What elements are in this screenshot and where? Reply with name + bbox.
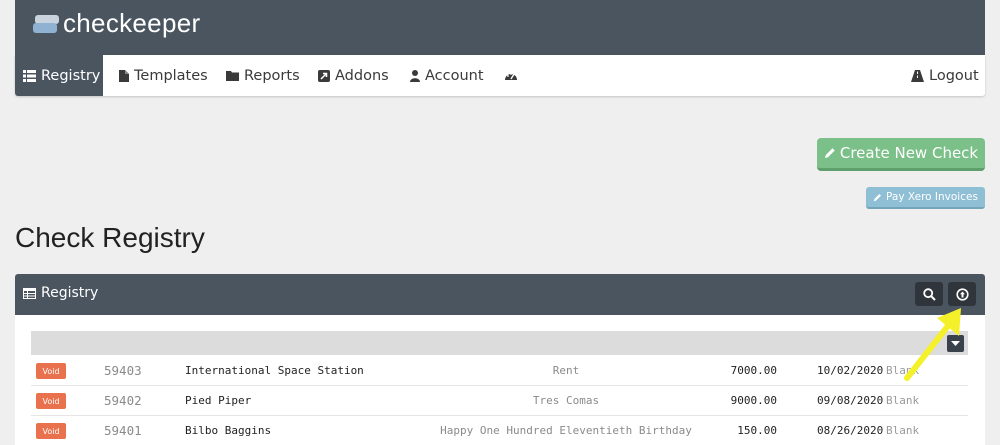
table-row[interactable]: Void 59402 Pied Piper Tres Comas 9000.00… [31, 386, 968, 416]
table-options-button[interactable] [947, 335, 964, 352]
void-badge: Void [36, 393, 66, 409]
upload-button[interactable] [948, 282, 976, 306]
checkeeper-logo[interactable]: checkeeper [33, 8, 200, 39]
nav-registry[interactable]: Registry [15, 55, 103, 96]
table-row[interactable]: Void 59401 Bilbo Baggins Happy One Hundr… [31, 416, 968, 445]
folder-icon [226, 70, 239, 81]
file-icon [119, 69, 129, 82]
nav-reports-label: Reports [244, 67, 300, 84]
upload-circle-icon [955, 287, 969, 301]
logo-mark-icon [33, 12, 61, 36]
memo: Tres Comas [532, 394, 600, 407]
app-header: checkeeper [15, 0, 985, 55]
memo: Rent [552, 364, 580, 377]
dashboard-icon [504, 70, 518, 81]
table-row[interactable]: Void 59403 International Space Station R… [31, 356, 968, 386]
main-navbar: Registry Templates Reports Addons Accoun… [15, 55, 985, 96]
nav-logout-label: Logout [929, 67, 979, 84]
pay-xero-invoices-button[interactable]: Pay Xero Invoices [866, 187, 985, 209]
amount: 9000.00 [730, 394, 777, 407]
nav-templates[interactable]: Templates [119, 55, 208, 96]
list-icon [23, 69, 36, 82]
nav-account[interactable]: Account [410, 55, 484, 96]
search-button[interactable] [915, 282, 943, 306]
payee: International Space Station [185, 364, 364, 377]
date: 09/08/2020 [817, 394, 884, 407]
pencil-icon [824, 147, 836, 159]
create-new-check-button[interactable]: Create New Check [817, 138, 985, 171]
nav-account-label: Account [425, 67, 484, 84]
amount: 7000.00 [730, 364, 777, 377]
payee: Bilbo Baggins [185, 424, 272, 437]
caret-down-icon [951, 340, 960, 347]
logo-text: checkeeper [63, 8, 201, 38]
page-title: Check Registry [15, 222, 205, 253]
nav-logout[interactable]: Logout [911, 55, 979, 96]
date: 08/26/2020 [817, 424, 884, 437]
panel-title: Registry [23, 285, 98, 301]
external-link-icon [318, 69, 330, 82]
table-icon [23, 287, 36, 299]
nav-templates-label: Templates [134, 67, 208, 84]
status: Blank [886, 364, 920, 377]
table-header [31, 331, 968, 355]
memo: Happy One Hundred Eleventieth Birthday [440, 424, 692, 437]
check-number: 59402 [104, 393, 142, 408]
nav-registry-label: Registry [41, 67, 101, 84]
pay-xero-invoices-label: Pay Xero Invoices [886, 191, 978, 203]
registry-panel-header: Registry [15, 274, 985, 315]
status: Blank [886, 394, 920, 407]
user-icon [410, 69, 420, 82]
void-badge: Void [36, 423, 66, 439]
nav-addons-label: Addons [335, 67, 389, 84]
panel-title-label: Registry [41, 285, 99, 301]
check-number: 59403 [104, 363, 142, 378]
status: Blank [886, 424, 920, 437]
nav-dashboard[interactable] [504, 55, 523, 96]
create-new-check-label: Create New Check [839, 144, 979, 162]
road-icon [911, 69, 924, 82]
payee: Pied Piper [185, 394, 252, 407]
nav-addons[interactable]: Addons [318, 55, 389, 96]
date: 10/02/2020 [817, 364, 884, 377]
pencil-icon [873, 193, 882, 202]
amount: 150.00 [737, 424, 777, 437]
nav-reports[interactable]: Reports [226, 55, 300, 96]
void-badge: Void [36, 363, 66, 379]
search-icon [922, 287, 936, 301]
check-number: 59401 [104, 423, 142, 438]
